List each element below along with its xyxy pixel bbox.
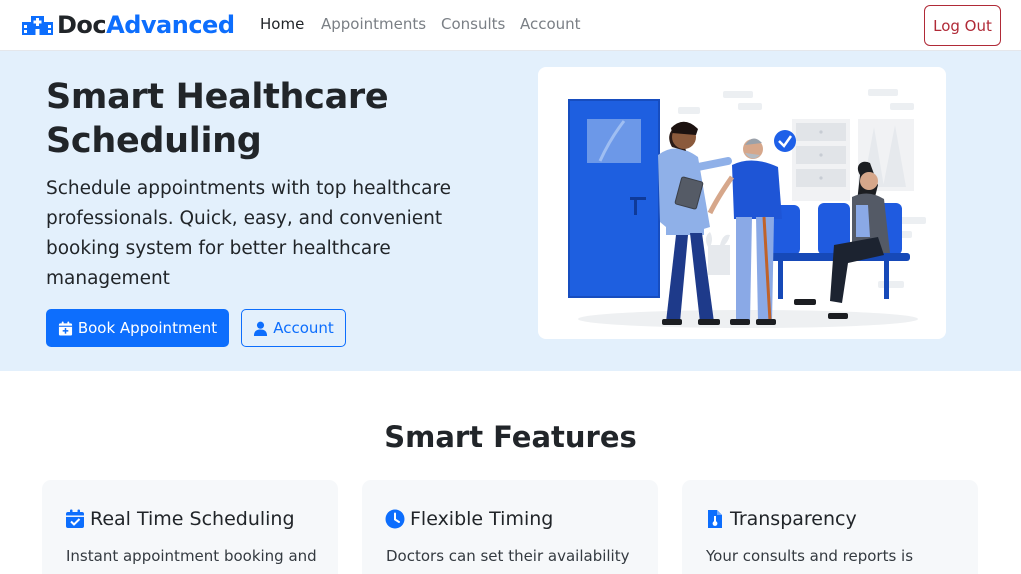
nav-link-consults[interactable]: Consults: [441, 15, 505, 33]
nav-link-account[interactable]: Account: [520, 15, 581, 33]
calendar-check-icon: [66, 509, 84, 528]
book-appointment-label: Book Appointment: [77, 319, 218, 337]
brand-name: DocAdvanced: [57, 11, 235, 39]
feature-card-text: Doctors can set their availability: [386, 547, 630, 565]
logout-button[interactable]: Log Out: [924, 5, 1001, 46]
nav-link-appointments[interactable]: Appointments: [321, 15, 426, 33]
book-appointment-button[interactable]: Book Appointment: [46, 309, 229, 347]
user-icon: [254, 321, 268, 336]
calendar-plus-icon: [58, 320, 72, 336]
hero-section: Smart Healthcare Scheduling Schedule app…: [0, 51, 1021, 371]
feature-card-header: Real Time Scheduling: [65, 508, 295, 530]
brand-logo[interactable]: DocAdvanced: [22, 8, 235, 42]
features-title: Smart Features: [384, 420, 637, 454]
account-button-label: Account: [273, 319, 334, 337]
feature-card-real-time: Real Time Scheduling Instant appointment…: [42, 480, 338, 574]
feature-card-title: Real Time Scheduling: [90, 508, 295, 530]
hero-title: Smart Healthcare Scheduling: [46, 77, 389, 161]
top-navbar: DocAdvanced Home Appointments Consults A…: [0, 0, 1021, 51]
feature-card-header: Transparency: [705, 508, 857, 530]
feature-card-title: Flexible Timing: [410, 508, 554, 530]
feature-card-flexible-timing: Flexible Timing Doctors can set their av…: [362, 480, 658, 574]
nav-link-home[interactable]: Home: [260, 15, 304, 33]
feature-card-title: Transparency: [730, 508, 857, 530]
feature-card-header: Flexible Timing: [385, 508, 553, 530]
doctor-patient-clinic-illustration: [538, 67, 946, 339]
hospital-icon: [22, 16, 53, 35]
hero-description: Schedule appointments with top healthcar…: [46, 178, 452, 289]
file-medical-icon: [708, 510, 722, 528]
feature-card-transparency: Transparency Your consults and reports i…: [682, 480, 978, 574]
feature-card-text: Instant appointment booking and: [66, 547, 317, 565]
clock-icon: [385, 509, 405, 529]
account-button[interactable]: Account: [241, 309, 346, 347]
feature-card-text: Your consults and reports is: [706, 547, 914, 565]
